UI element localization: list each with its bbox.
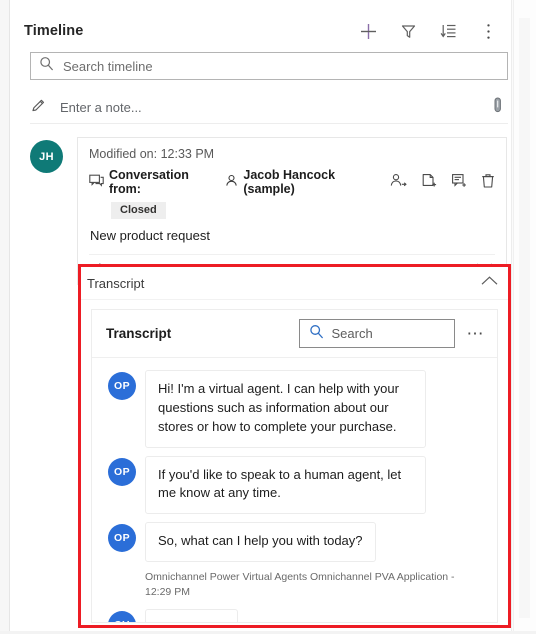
filter-icon[interactable] (395, 18, 421, 44)
person-icon (225, 174, 238, 190)
transcript-panel-title: Transcript (106, 326, 172, 341)
activity-card[interactable]: Modified on: 12:33 PM Conversation from: (77, 137, 507, 285)
left-gutter (0, 0, 9, 634)
pencil-icon (30, 97, 47, 119)
list-item: OP If you'd like to speak to a human age… (108, 455, 487, 515)
avatar: OP (108, 372, 136, 400)
convert-to-case-icon[interactable] (421, 173, 437, 192)
list-item: OP So, what can I help you with today? (108, 522, 487, 563)
transcript-panel: Transcript Search ⋯ OP Hi! I'm a virtual… (91, 309, 498, 623)
transcript-search-placeholder: Search (331, 326, 373, 341)
search-icon (39, 56, 54, 76)
message-bubble: So, what can I help you with today? (145, 522, 376, 563)
activity-actions (390, 173, 495, 192)
assign-icon[interactable] (390, 173, 407, 192)
activity-title-row: Conversation from: Jacob Hancock (sample… (89, 168, 495, 196)
enter-note-placeholder: Enter a note... (60, 100, 142, 115)
transcript-section-header[interactable]: Transcript (81, 267, 508, 300)
list-item: OP Hi! I'm a virtual agent. I can help w… (108, 370, 487, 448)
message-metadata: Omnichannel Power Virtual Agents Omnicha… (145, 571, 455, 598)
page-title: Timeline (24, 23, 84, 39)
search-timeline-placeholder: Search timeline (63, 58, 153, 74)
list-item: CU Store hours (108, 609, 487, 622)
timeline-panel-app: Timeline Search timeline Enter a note...… (0, 0, 536, 634)
enter-note-row[interactable]: Enter a note... (30, 92, 508, 124)
conversation-from-label: Conversation from: (109, 168, 189, 196)
timeline-panel: Timeline Search timeline Enter a note...… (9, 0, 512, 634)
delete-icon[interactable] (481, 173, 495, 192)
message-bubble: If you'd like to speak to a human agent,… (145, 455, 426, 515)
avatar: OP (108, 524, 136, 553)
activity-subject: New product request (90, 228, 210, 243)
add-note-icon[interactable] (451, 173, 467, 191)
timeline-toolbar (355, 18, 501, 44)
conversation-from-name[interactable]: Jacob Hancock (sample) (243, 168, 385, 196)
avatar: OP (108, 457, 136, 486)
search-timeline-input[interactable]: Search timeline (30, 52, 508, 80)
right-rail (513, 0, 536, 634)
paperclip-icon[interactable] (490, 96, 505, 119)
transcript-search-input[interactable]: Search (298, 319, 455, 348)
transcript-section: Transcript Transcript Search ⋯ OP Hi! I'… (81, 267, 508, 625)
avatar: CU (108, 611, 136, 622)
transcript-panel-header: Transcript Search ⋯ (92, 310, 497, 358)
timeline-header: Timeline (10, 12, 513, 50)
modified-on-text: Modified on: 12:33 PM (89, 147, 215, 161)
scrollbar[interactable] (519, 18, 530, 618)
status-badge: Closed (111, 202, 166, 219)
avatar: JH (30, 140, 63, 173)
conversation-icon (89, 174, 104, 191)
search-icon (309, 324, 324, 344)
message-bubble: Hi! I'm a virtual agent. I can help with… (145, 370, 426, 448)
sort-icon[interactable] (435, 18, 461, 44)
message-bubble: Store hours (145, 609, 239, 622)
add-icon[interactable] (355, 18, 381, 44)
transcript-message-list: OP Hi! I'm a virtual agent. I can help w… (92, 358, 497, 622)
chevron-up-icon[interactable] (480, 274, 499, 292)
ellipsis-icon[interactable]: ⋯ (467, 325, 486, 342)
transcript-section-title: Transcript (87, 275, 145, 291)
more-vertical-icon[interactable] (475, 18, 501, 44)
